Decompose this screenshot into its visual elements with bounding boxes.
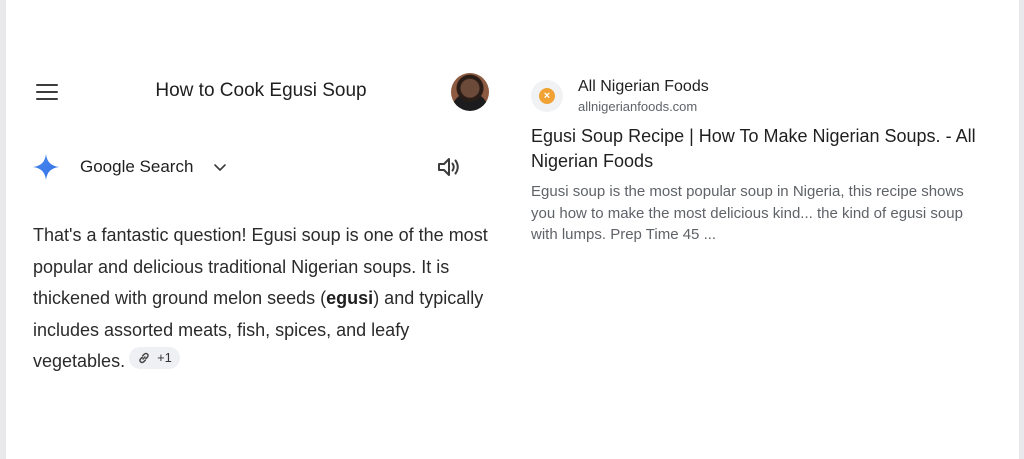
- site-logo-mark: ×: [539, 88, 555, 104]
- answer-bold-term: egusi: [326, 288, 374, 308]
- chevron-down-icon: [214, 164, 227, 171]
- page: How to Cook Egusi Soup Google Search Tha…: [6, 0, 1019, 459]
- link-icon: [139, 352, 149, 364]
- result-site-url: allnigerianfoods.com: [578, 99, 698, 114]
- result-snippet: Egusi soup is the most popular soup in N…: [531, 183, 964, 243]
- result-title-link[interactable]: Egusi Soup Recipe | How To Make Nigerian…: [531, 124, 991, 174]
- source-selector[interactable]: Google Search: [32, 152, 227, 182]
- source-chip-label: +1: [157, 350, 172, 366]
- result-site-name: All Nigerian Foods: [578, 78, 709, 95]
- user-avatar[interactable]: [451, 73, 489, 111]
- gemini-sparkle-icon: [33, 154, 59, 180]
- source-label: Google Search: [80, 157, 194, 176]
- page-title: How to Cook Egusi Soup: [155, 80, 367, 101]
- site-logo: ×: [531, 80, 563, 112]
- speaker-icon[interactable]: [436, 155, 462, 179]
- answer-text: That's a fantastic question! Egusi soup …: [33, 220, 503, 378]
- hamburger-menu-icon[interactable]: [36, 84, 58, 102]
- source-chip[interactable]: +1: [129, 347, 180, 369]
